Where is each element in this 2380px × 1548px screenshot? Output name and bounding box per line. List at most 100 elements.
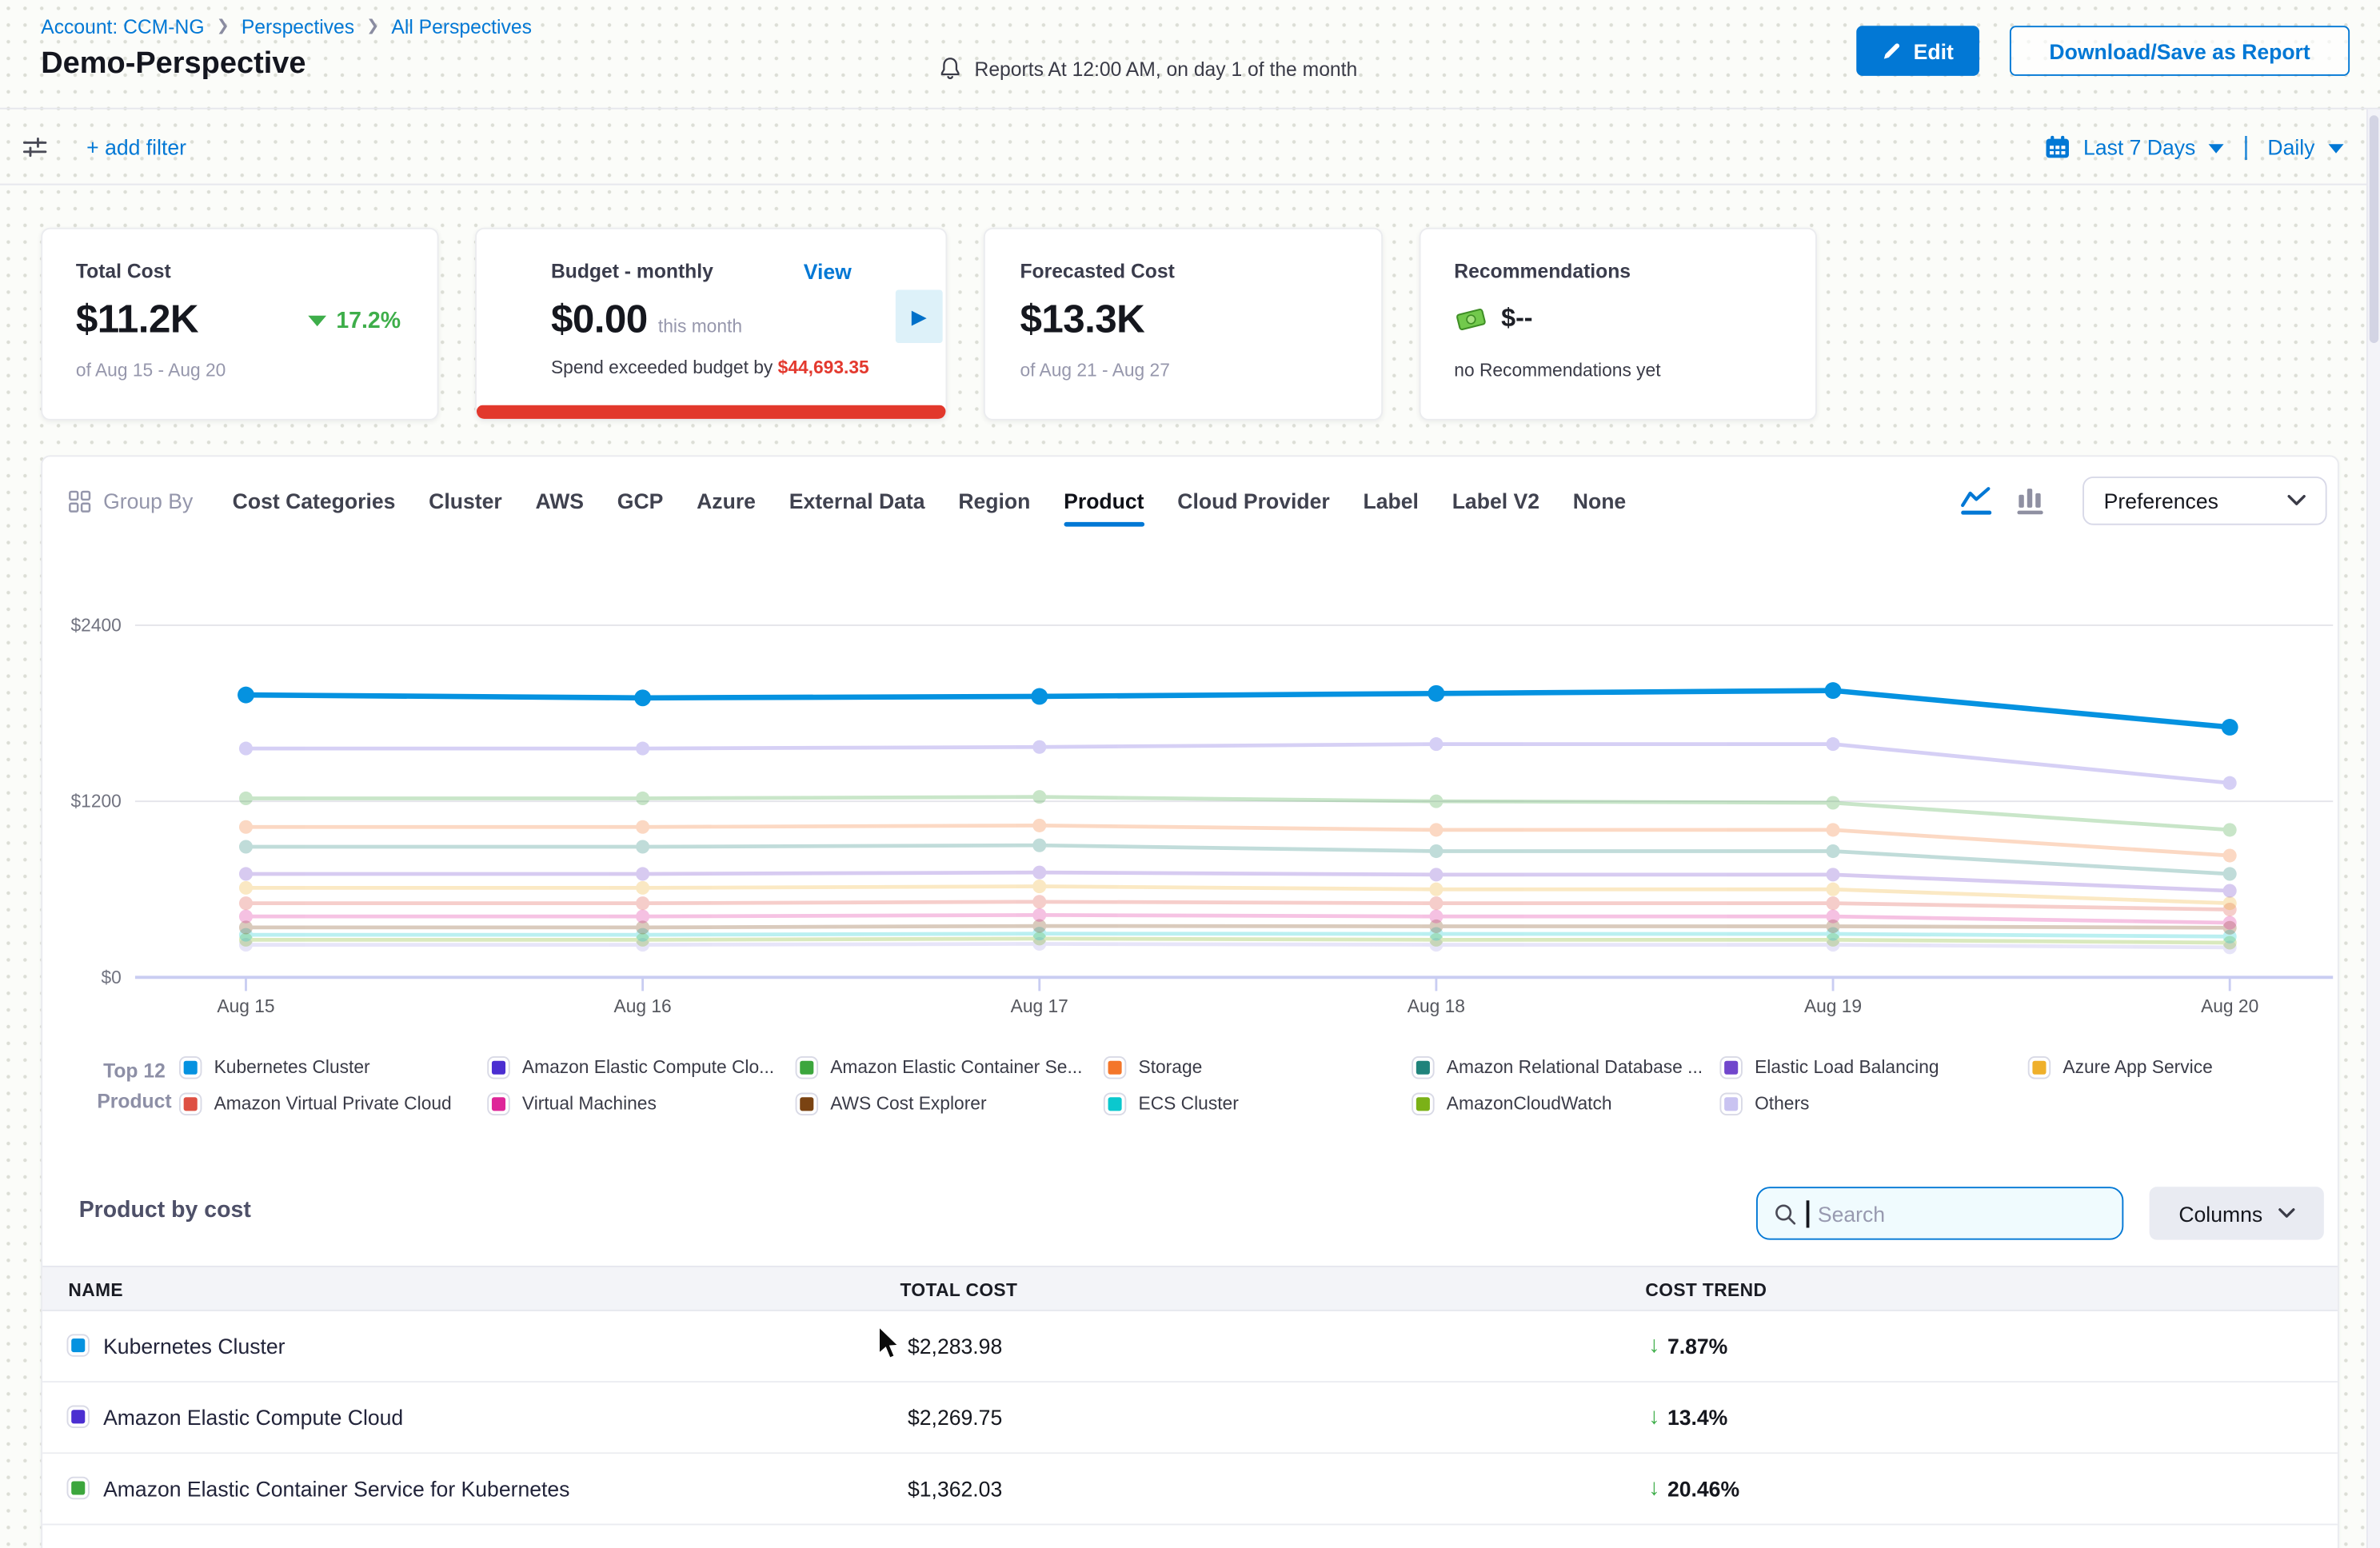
data-point[interactable]	[636, 896, 649, 910]
data-point[interactable]	[239, 881, 253, 895]
column-header-name[interactable]: NAME	[68, 1279, 123, 1301]
data-point[interactable]	[2223, 867, 2237, 880]
line-chart-icon[interactable]	[1959, 484, 1993, 516]
breadcrumb-perspectives[interactable]: Perspectives	[242, 15, 354, 38]
data-point[interactable]	[1032, 839, 1046, 852]
groupby-tab-label[interactable]: Label	[1364, 480, 1419, 522]
data-point[interactable]	[636, 881, 649, 895]
data-point[interactable]	[1032, 880, 1046, 893]
data-point[interactable]	[1826, 737, 1839, 751]
columns-dropdown[interactable]: Columns	[2150, 1187, 2324, 1239]
table-row-amazon-elastic-compute-cloud[interactable]: Amazon Elastic Compute Cloud$2,269.75↓13…	[42, 1382, 2338, 1454]
column-header-cost-trend[interactable]: COST TREND	[1645, 1279, 1767, 1301]
data-point[interactable]	[1429, 910, 1443, 924]
legend-item-storage[interactable]: Storage	[1105, 1056, 1413, 1078]
data-point[interactable]	[636, 867, 649, 880]
budget-next-arrow-button[interactable]: ▶	[896, 290, 943, 343]
add-filter-button[interactable]: + add filter	[86, 134, 186, 158]
data-point[interactable]	[636, 820, 649, 834]
data-point[interactable]	[2223, 896, 2237, 910]
groupby-tab-none[interactable]: None	[1573, 480, 1626, 522]
edit-button[interactable]: Edit	[1856, 26, 1980, 76]
groupby-tab-product[interactable]: Product	[1064, 480, 1144, 522]
legend-item-others[interactable]: Others	[1721, 1093, 2029, 1115]
data-point[interactable]	[239, 792, 253, 805]
data-point[interactable]	[239, 896, 253, 910]
data-point[interactable]	[1032, 790, 1046, 804]
search-input[interactable]	[1818, 1201, 2107, 1225]
data-point[interactable]	[238, 687, 254, 704]
table-row-amazon-elastic-container-service-for-kubernetes[interactable]: Amazon Elastic Container Service for Kub…	[42, 1454, 2338, 1525]
date-range-selector[interactable]: Last 7 Days	[2083, 134, 2195, 158]
groupby-tab-label-v2[interactable]: Label V2	[1452, 480, 1539, 522]
data-point[interactable]	[1032, 819, 1046, 832]
granularity-selector[interactable]: Daily	[2267, 134, 2314, 158]
groupby-tab-azure[interactable]: Azure	[697, 480, 756, 522]
data-point[interactable]	[1429, 844, 1443, 858]
data-point[interactable]	[634, 689, 651, 706]
data-point[interactable]	[1826, 823, 1839, 836]
data-point[interactable]	[1826, 844, 1839, 858]
data-point[interactable]	[1429, 868, 1443, 881]
data-point[interactable]	[1825, 682, 1842, 699]
groupby-tab-cluster[interactable]: Cluster	[429, 480, 502, 522]
vertical-scrollbar[interactable]	[2366, 110, 2380, 1548]
table-row-kubernetes-cluster[interactable]: Kubernetes Cluster$2,283.98↓7.87%	[42, 1311, 2338, 1382]
groupby-tab-cost-categories[interactable]: Cost Categories	[233, 480, 396, 522]
filter-sliders-icon[interactable]	[22, 133, 49, 160]
data-point[interactable]	[2223, 884, 2237, 898]
data-point[interactable]	[1826, 896, 1839, 910]
groupby-tab-region[interactable]: Region	[958, 480, 1030, 522]
groupby-tab-external-data[interactable]: External Data	[789, 480, 925, 522]
data-point[interactable]	[1032, 866, 1046, 880]
download-save-report-button[interactable]: Download/Save as Report	[2010, 26, 2350, 76]
data-point[interactable]	[1826, 796, 1839, 809]
search-box[interactable]	[1756, 1187, 2123, 1239]
legend-item-aws-cost-explorer[interactable]: AWS Cost Explorer	[797, 1093, 1104, 1115]
scrollbar-thumb[interactable]	[2370, 115, 2378, 343]
data-point[interactable]	[239, 820, 253, 834]
data-point[interactable]	[239, 742, 253, 756]
legend-item-azure-app-service[interactable]: Azure App Service	[2030, 1056, 2338, 1078]
legend-item-elastic-load-balancing[interactable]: Elastic Load Balancing	[1721, 1056, 2029, 1078]
data-point[interactable]	[636, 840, 649, 853]
bar-chart-icon[interactable]	[2016, 484, 2045, 516]
column-header-total-cost[interactable]: TOTAL COST	[900, 1279, 1018, 1301]
data-point[interactable]	[1429, 823, 1443, 836]
breadcrumb-all-perspectives[interactable]: All Perspectives	[391, 15, 532, 38]
legend-item-virtual-machines[interactable]: Virtual Machines	[489, 1093, 797, 1115]
data-point[interactable]	[1429, 896, 1443, 910]
legend-item-amazon-elastic-container-se[interactable]: Amazon Elastic Container Se...	[797, 1056, 1104, 1078]
chevron-down-icon[interactable]	[2209, 143, 2224, 152]
legend-item-amazon-elastic-compute-clo[interactable]: Amazon Elastic Compute Clo...	[489, 1056, 797, 1078]
data-point[interactable]	[239, 867, 253, 880]
data-point[interactable]	[239, 840, 253, 853]
groupby-tab-aws[interactable]: AWS	[535, 480, 584, 522]
legend-item-kubernetes-cluster[interactable]: Kubernetes Cluster	[181, 1056, 489, 1078]
data-point[interactable]	[636, 792, 649, 805]
data-point[interactable]	[1032, 895, 1046, 908]
data-point[interactable]	[1826, 868, 1839, 881]
chevron-down-icon[interactable]	[2329, 143, 2344, 152]
legend-item-amazon-relational-database[interactable]: Amazon Relational Database ...	[1413, 1056, 1721, 1078]
data-point[interactable]	[1429, 737, 1443, 751]
data-point[interactable]	[636, 742, 649, 756]
breadcrumb-account[interactable]: Account: CCM-NG	[41, 15, 204, 38]
groupby-tab-cloud-provider[interactable]: Cloud Provider	[1177, 480, 1329, 522]
legend-item-amazoncloudwatch[interactable]: AmazonCloudWatch	[1413, 1093, 1721, 1115]
data-point[interactable]	[2222, 719, 2238, 736]
data-point[interactable]	[1826, 883, 1839, 896]
data-point[interactable]	[1429, 795, 1443, 808]
data-point[interactable]	[2223, 776, 2237, 790]
data-point[interactable]	[1032, 908, 1046, 922]
groupby-tab-gcp[interactable]: GCP	[617, 480, 664, 522]
data-point[interactable]	[1032, 740, 1046, 754]
data-point[interactable]	[636, 910, 649, 924]
legend-item-amazon-virtual-private-cloud[interactable]: Amazon Virtual Private Cloud	[181, 1093, 489, 1115]
data-point[interactable]	[239, 910, 253, 924]
data-point[interactable]	[2223, 823, 2237, 836]
data-point[interactable]	[1826, 910, 1839, 924]
data-point[interactable]	[2223, 916, 2237, 930]
budget-view-link[interactable]: View	[804, 260, 852, 284]
data-point[interactable]	[1428, 685, 1444, 702]
